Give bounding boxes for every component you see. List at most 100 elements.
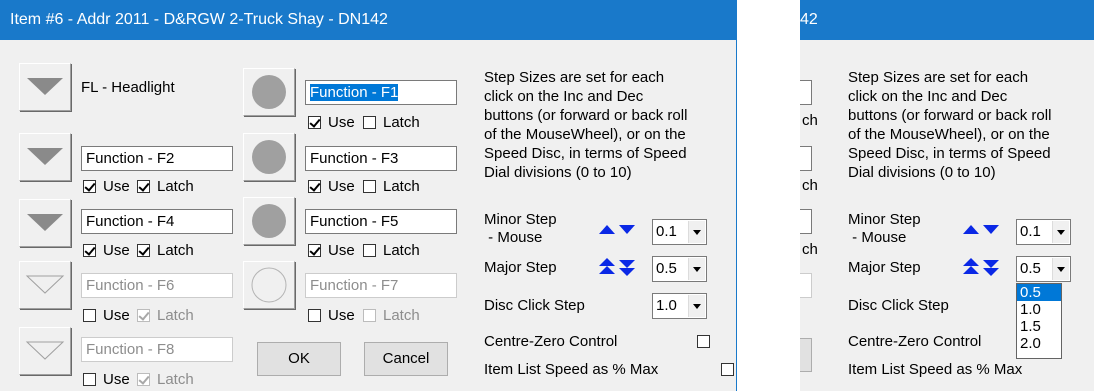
minor-step-select[interactable]: 0.1 xyxy=(1016,219,1071,245)
checkbox-unchecked-disabled-icon xyxy=(363,308,376,322)
checkbox-unchecked-icon[interactable] xyxy=(83,372,96,386)
f5-name-input[interactable]: Function - F5 xyxy=(305,209,457,234)
f7-name-input[interactable]: Function - F7 xyxy=(305,273,457,298)
dropdown-option[interactable]: 1.5 xyxy=(1017,318,1061,335)
dropdown-option[interactable]: 0.5 xyxy=(1017,284,1061,301)
function-settings-dialog: Item #6 - Addr 2011 - D&RGW 2-Truck Shay… xyxy=(0,0,737,391)
ok-button[interactable]: OK xyxy=(257,342,341,376)
centre-zero-label: Centre-Zero Control xyxy=(848,333,982,350)
minor-step-select[interactable]: 0.1 xyxy=(652,219,707,245)
circle-filled-icon xyxy=(252,140,286,174)
f1-button[interactable] xyxy=(243,68,295,116)
checkbox-unchecked-icon[interactable] xyxy=(363,243,376,257)
f6-use-checkbox[interactable]: Use xyxy=(83,306,130,324)
major-step-up-down-double-arrows-icon[interactable] xyxy=(962,256,1002,278)
f6-button[interactable] xyxy=(19,261,71,309)
dropdown-option[interactable]: 1.0 xyxy=(1017,301,1061,318)
f7-button[interactable] xyxy=(243,261,295,309)
fl-headlight-label: FL - Headlight xyxy=(81,79,175,96)
item-list-speed-label: Item List Speed as % Max xyxy=(484,361,659,378)
f4-latch-checkbox[interactable]: Latch xyxy=(137,241,194,259)
major-step-label: Major Step xyxy=(484,259,557,276)
disc-click-step-label: Disc Click Step xyxy=(484,297,585,314)
triangle-down-outline-icon xyxy=(25,341,65,360)
f3-name-input[interactable]: Function - F3 xyxy=(305,146,457,171)
checkbox-unchecked-icon[interactable] xyxy=(363,115,376,129)
centre-zero-label: Centre-Zero Control xyxy=(484,333,618,350)
checkbox-checked-icon[interactable] xyxy=(83,179,96,193)
chevron-down-icon[interactable] xyxy=(1052,258,1069,280)
step-sizes-description: Step Sizes are set for each click on the… xyxy=(484,69,688,181)
major-step-label: Major Step xyxy=(848,259,921,276)
function-settings-dialog-partial: 42 ch ch ch Step Sizes are set for each … xyxy=(800,0,1094,391)
checkbox-checked-icon[interactable] xyxy=(137,243,150,257)
f1-use-checkbox[interactable]: Use xyxy=(308,113,355,131)
checkbox-unchecked-icon[interactable] xyxy=(83,308,96,322)
major-step-select[interactable]: 0.5 xyxy=(1016,256,1071,282)
f5-use-checkbox[interactable]: Use xyxy=(308,241,355,259)
clipped-button-fragment xyxy=(800,338,812,372)
checkbox-unchecked-icon[interactable] xyxy=(308,308,321,322)
cancel-button[interactable]: Cancel xyxy=(364,342,448,376)
checkbox-checked-icon[interactable] xyxy=(308,115,321,129)
triangle-down-icon xyxy=(27,78,63,95)
checkbox-checked-disabled-icon xyxy=(137,372,150,386)
clipped-label-fragment: ch xyxy=(802,241,818,258)
clipped-input-fragment xyxy=(800,146,812,171)
major-step-up-down-double-arrows-icon[interactable] xyxy=(598,256,638,278)
centre-zero-checkbox[interactable] xyxy=(697,335,710,348)
minor-step-up-down-arrows-icon[interactable] xyxy=(598,222,638,236)
clipped-label-fragment: ch xyxy=(802,177,818,194)
f6-latch-checkbox: Latch xyxy=(137,306,194,324)
clipped-input-fragment xyxy=(800,80,812,105)
f3-latch-checkbox[interactable]: Latch xyxy=(363,177,420,195)
chevron-down-icon[interactable] xyxy=(1052,221,1069,243)
major-step-dropdown-list[interactable]: 0.5 1.0 1.5 2.0 xyxy=(1016,283,1062,359)
triangle-down-icon xyxy=(27,214,63,231)
checkbox-checked-icon[interactable] xyxy=(308,243,321,257)
disc-click-step-label: Disc Click Step xyxy=(848,297,949,314)
checkbox-checked-icon[interactable] xyxy=(308,179,321,193)
chevron-down-icon[interactable] xyxy=(688,221,705,243)
f8-button[interactable] xyxy=(19,327,71,375)
f2-latch-checkbox[interactable]: Latch xyxy=(137,177,194,195)
f2-button[interactable] xyxy=(19,133,71,181)
clipped-input-fragment xyxy=(800,209,812,234)
f6-name-input[interactable]: Function - F6 xyxy=(81,273,233,298)
f4-button[interactable] xyxy=(19,199,71,247)
f1-name-input[interactable]: Function - F1 xyxy=(305,80,457,105)
dialog-title: Item #6 - Addr 2011 - D&RGW 2-Truck Shay… xyxy=(0,0,736,40)
major-step-select[interactable]: 0.5 xyxy=(652,256,707,282)
item-list-speed-label: Item List Speed as % Max xyxy=(848,361,1023,378)
f1-latch-checkbox[interactable]: Latch xyxy=(363,113,420,131)
triangle-down-icon xyxy=(27,148,63,165)
f4-use-checkbox[interactable]: Use xyxy=(83,241,130,259)
dialog-title-partial: 42 xyxy=(800,0,1094,40)
fl-headlight-button[interactable] xyxy=(19,63,71,111)
checkbox-checked-icon[interactable] xyxy=(83,243,96,257)
minor-step-label: Minor Step - Mouse xyxy=(484,211,557,246)
f3-button[interactable] xyxy=(243,133,295,181)
f2-use-checkbox[interactable]: Use xyxy=(83,177,130,195)
checkbox-unchecked-icon[interactable] xyxy=(363,179,376,193)
f5-latch-checkbox[interactable]: Latch xyxy=(363,241,420,259)
f5-button[interactable] xyxy=(243,197,295,245)
disc-click-step-select[interactable]: 1.0 xyxy=(652,293,707,319)
f7-use-checkbox[interactable]: Use xyxy=(308,306,355,324)
chevron-down-icon[interactable] xyxy=(688,295,705,317)
minor-step-label: Minor Step - Mouse xyxy=(848,211,921,246)
clipped-label-fragment: ch xyxy=(802,112,818,129)
f8-name-input[interactable]: Function - F8 xyxy=(81,337,233,362)
f4-name-input[interactable]: Function - F4 xyxy=(81,209,233,234)
circle-outline-icon xyxy=(251,267,287,303)
f8-use-checkbox[interactable]: Use xyxy=(83,370,130,388)
item-list-speed-checkbox[interactable] xyxy=(721,363,735,376)
dropdown-option[interactable]: 2.0 xyxy=(1017,335,1061,352)
checkbox-checked-icon[interactable] xyxy=(137,179,150,193)
f3-use-checkbox[interactable]: Use xyxy=(308,177,355,195)
f2-name-input[interactable]: Function - F2 xyxy=(81,146,233,171)
triangle-down-outline-icon xyxy=(25,275,65,294)
f7-latch-checkbox: Latch xyxy=(363,306,420,324)
minor-step-up-down-arrows-icon[interactable] xyxy=(962,222,1002,236)
chevron-down-icon[interactable] xyxy=(688,258,705,280)
